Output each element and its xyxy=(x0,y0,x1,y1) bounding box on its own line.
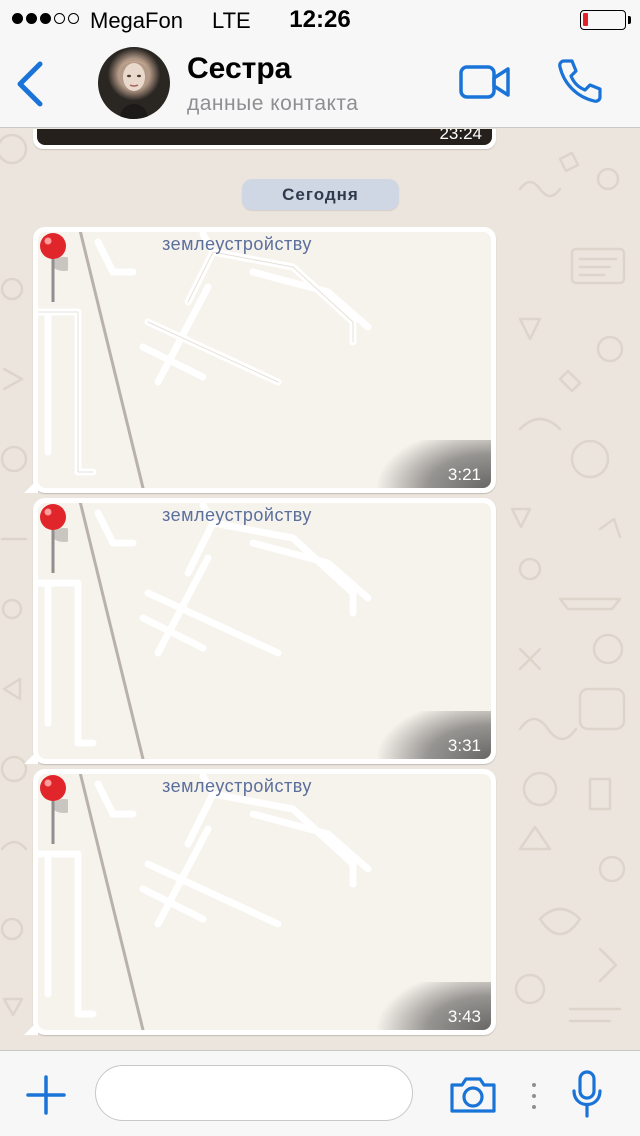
date-separator: Сегодня xyxy=(242,179,399,210)
time-badge: 3:31 xyxy=(361,711,491,759)
map-place-label: землеустройству xyxy=(162,776,312,796)
avatar[interactable] xyxy=(98,47,170,119)
message-input[interactable] xyxy=(95,1065,413,1121)
video-call-button[interactable] xyxy=(458,62,512,102)
map-pin-icon xyxy=(40,233,68,302)
message-time: 3:21 xyxy=(447,465,481,484)
previous-image-thumbnail: 23:24 xyxy=(37,129,492,145)
bubble-tail xyxy=(24,750,38,764)
message-input-bar xyxy=(0,1050,640,1136)
message-time: 3:43 xyxy=(447,1007,481,1026)
camera-icon xyxy=(450,1077,496,1113)
back-chevron-icon xyxy=(17,61,43,107)
status-clock: 12:26 xyxy=(289,6,351,33)
location-map-preview[interactable]: землеустройству 3:43 xyxy=(38,774,491,1030)
microphone-icon xyxy=(572,1070,602,1118)
back-button[interactable] xyxy=(10,58,54,110)
video-camera-icon xyxy=(459,65,510,99)
battery-icon xyxy=(580,10,631,30)
camera-button[interactable] xyxy=(448,1075,498,1115)
voice-call-button[interactable] xyxy=(555,56,605,106)
phone-icon xyxy=(558,59,602,103)
message-list[interactable]: 23:24 Сегодня землеустройству 3:21 земле… xyxy=(0,129,640,1050)
status-bar: MegaFon LTE 12:26 xyxy=(0,0,640,40)
contact-name[interactable]: Сестра xyxy=(187,52,291,86)
time-badge: 3:21 xyxy=(361,440,491,488)
voice-message-button[interactable] xyxy=(570,1069,604,1119)
plus-icon xyxy=(26,1075,66,1115)
previous-image-message[interactable]: 23:24 xyxy=(33,129,496,149)
location-message[interactable]: землеустройству 3:31 xyxy=(24,498,496,764)
map-place-label: землеустройству xyxy=(162,234,312,254)
map-pin-icon xyxy=(40,775,68,844)
location-message[interactable]: землеустройству 3:43 xyxy=(24,769,496,1035)
bubble-tail xyxy=(24,1021,38,1035)
map-place-label: землеустройству xyxy=(162,505,312,525)
message-time: 23:24 xyxy=(439,129,482,143)
time-badge: 3:43 xyxy=(361,982,491,1030)
location-map-preview[interactable]: землеустройству 3:31 xyxy=(38,503,491,759)
contact-info-link[interactable]: данные контакта xyxy=(187,92,358,116)
location-map-preview[interactable]: землеустройству 3:21 xyxy=(38,232,491,488)
map-pin-icon xyxy=(40,504,68,573)
attach-button[interactable] xyxy=(24,1073,68,1117)
message-time: 3:31 xyxy=(447,736,481,755)
more-dots-icon xyxy=(532,1083,536,1109)
location-message[interactable]: землеустройству 3:21 xyxy=(24,227,496,493)
chat-header: Сестра данные контакта xyxy=(0,40,640,128)
bubble-tail xyxy=(24,479,38,493)
